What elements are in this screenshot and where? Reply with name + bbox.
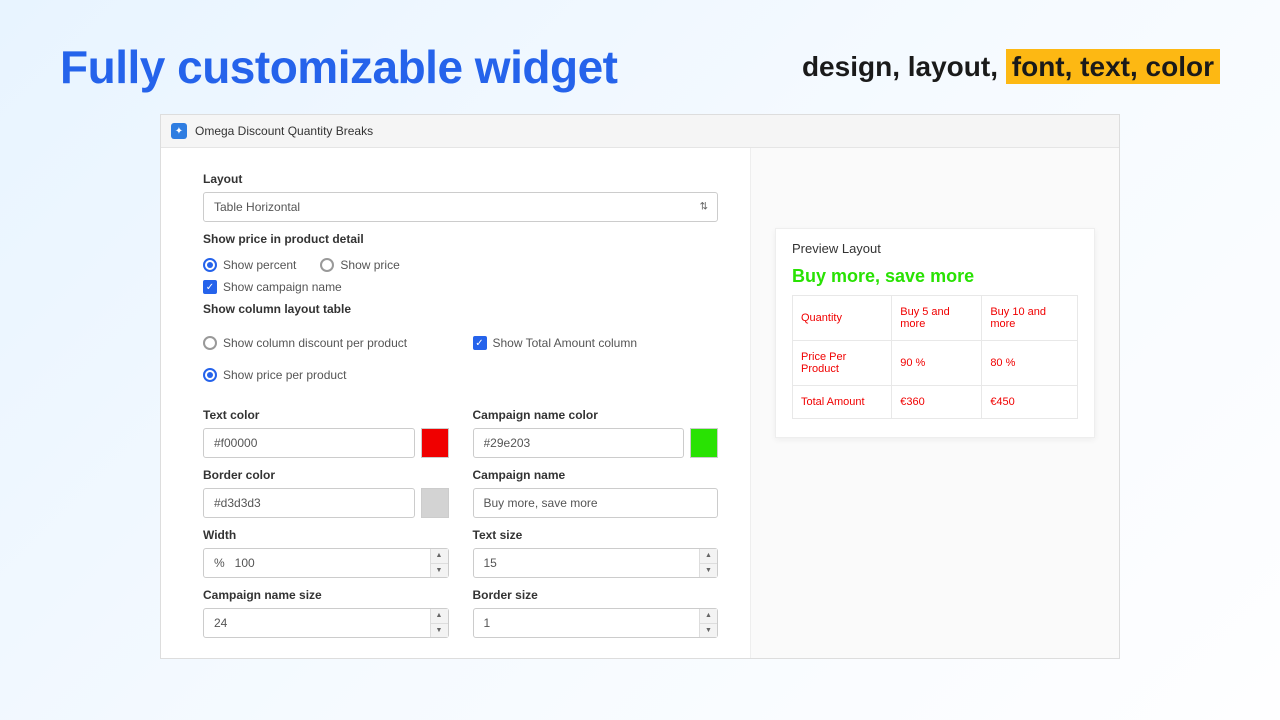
campaign-size-spinner[interactable]: ▲▼	[430, 609, 448, 637]
cell-col1-price: 90 %	[892, 341, 982, 386]
radio-price-per-product[interactable]: Show price per product	[203, 368, 449, 382]
show-price-label: Show price in product detail	[203, 232, 718, 246]
border-size-label: Border size	[473, 588, 719, 602]
layout-select[interactable]: Table Horizontal	[203, 192, 718, 222]
radio-icon	[203, 336, 217, 350]
width-input[interactable]	[203, 548, 449, 578]
app-logo-icon: ✦	[171, 123, 187, 139]
radio-show-percent[interactable]: Show percent	[203, 258, 296, 272]
table-row: Total Amount €360 €450	[793, 386, 1078, 419]
caret-up-icon: ▲	[700, 609, 717, 624]
campaign-color-input[interactable]	[473, 428, 685, 458]
preview-table: Quantity Buy 5 and more Buy 10 and more …	[792, 295, 1078, 419]
app-title: Omega Discount Quantity Breaks	[195, 124, 373, 138]
text-size-input[interactable]	[473, 548, 719, 578]
checkbox-total-amount[interactable]: ✓ Show Total Amount column	[473, 336, 719, 350]
border-size-input[interactable]	[473, 608, 719, 638]
settings-form: Layout Table Horizontal ⇅ Show price in …	[161, 148, 751, 658]
radio-price-per-product-label: Show price per product	[223, 368, 346, 382]
layout-label: Layout	[203, 172, 718, 186]
radio-show-percent-label: Show percent	[223, 258, 296, 272]
text-color-swatch[interactable]	[421, 428, 449, 458]
campaign-color-label: Campaign name color	[473, 408, 719, 422]
column-layout-label: Show column layout table	[203, 302, 718, 316]
campaign-name-label: Campaign name	[473, 468, 719, 482]
border-color-swatch[interactable]	[421, 488, 449, 518]
border-color-input[interactable]	[203, 488, 415, 518]
checkbox-icon: ✓	[473, 336, 487, 350]
width-spinner[interactable]: ▲▼	[430, 549, 448, 577]
radio-col-discount-label: Show column discount per product	[223, 336, 407, 350]
cell-price-label: Price Per Product	[793, 341, 892, 386]
checkbox-total-amount-label: Show Total Amount column	[493, 336, 638, 350]
app-titlebar: ✦ Omega Discount Quantity Breaks	[161, 115, 1119, 148]
caret-down-icon: ▼	[431, 564, 448, 578]
radio-icon	[320, 258, 334, 272]
caret-down-icon: ▼	[700, 564, 717, 578]
text-size-spinner[interactable]: ▲▼	[699, 549, 717, 577]
page-subtitle-plain: design, layout,	[802, 51, 1006, 82]
table-row: Quantity Buy 5 and more Buy 10 and more	[793, 296, 1078, 341]
checkbox-icon: ✓	[203, 280, 217, 294]
radio-col-discount[interactable]: Show column discount per product	[203, 336, 449, 350]
caret-up-icon: ▲	[431, 609, 448, 624]
width-label: Width	[203, 528, 449, 542]
campaign-size-label: Campaign name size	[203, 588, 449, 602]
preview-title: Preview Layout	[792, 241, 1078, 256]
radio-icon	[203, 258, 217, 272]
radio-show-price[interactable]: Show price	[320, 258, 399, 272]
border-color-label: Border color	[203, 468, 449, 482]
cell-qty-label: Quantity	[793, 296, 892, 341]
text-size-label: Text size	[473, 528, 719, 542]
cell-col2-total: €450	[982, 386, 1078, 419]
caret-up-icon: ▲	[700, 549, 717, 564]
preview-panel: Preview Layout Buy more, save more Quant…	[751, 148, 1119, 658]
caret-down-icon: ▼	[431, 624, 448, 638]
radio-icon	[203, 368, 217, 382]
campaign-color-swatch[interactable]	[690, 428, 718, 458]
caret-down-icon: ▼	[700, 624, 717, 638]
text-color-label: Text color	[203, 408, 449, 422]
cell-col2-price: 80 %	[982, 341, 1078, 386]
table-row: Price Per Product 90 % 80 %	[793, 341, 1078, 386]
app-window: ✦ Omega Discount Quantity Breaks Layout …	[160, 114, 1120, 659]
page-heading: Fully customizable widget	[60, 40, 617, 94]
cell-total-label: Total Amount	[793, 386, 892, 419]
campaign-size-input[interactable]	[203, 608, 449, 638]
cell-col1-total: €360	[892, 386, 982, 419]
radio-show-price-label: Show price	[340, 258, 399, 272]
preview-card: Preview Layout Buy more, save more Quant…	[775, 228, 1095, 438]
campaign-name-input[interactable]	[473, 488, 719, 518]
cell-col2-header: Buy 10 and more	[982, 296, 1078, 341]
checkbox-show-campaign-name-label: Show campaign name	[223, 280, 342, 294]
preview-campaign-name: Buy more, save more	[792, 266, 1078, 287]
page-subtitle: design, layout, font, text, color	[802, 51, 1220, 83]
caret-up-icon: ▲	[431, 549, 448, 564]
page-subtitle-highlight: font, text, color	[1006, 49, 1220, 84]
checkbox-show-campaign-name[interactable]: ✓ Show campaign name	[203, 280, 718, 294]
text-color-input[interactable]	[203, 428, 415, 458]
cell-col1-header: Buy 5 and more	[892, 296, 982, 341]
border-size-spinner[interactable]: ▲▼	[699, 609, 717, 637]
